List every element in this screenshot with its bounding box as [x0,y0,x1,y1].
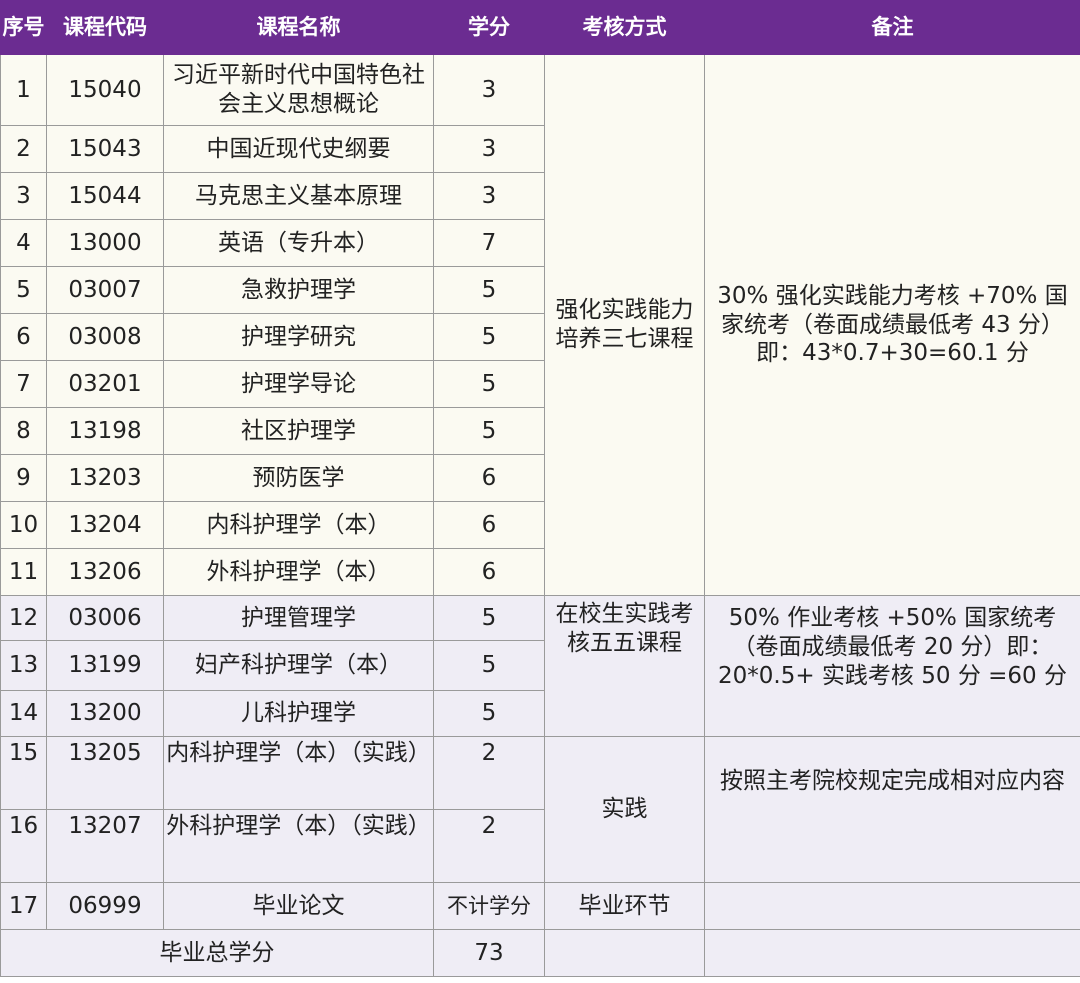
row-code: 03007 [46,266,164,314]
row-name: 儿科护理学 [163,690,434,737]
row-credit: 5 [433,266,545,314]
group-method-2: 在校生实践考核五五课程 [544,595,705,737]
row-credit: 7 [433,219,545,267]
table-row: 12 03006 护理管理学 5 在校生实践考核五五课程 50% 作业考核 +5… [0,595,1080,737]
row-no: 16 [0,809,47,883]
row-code: 13198 [46,407,164,455]
row-code: 13205 [46,736,164,810]
row-credit: 6 [433,454,545,502]
row-no: 2 [0,125,47,173]
row-no: 4 [0,219,47,267]
row-code: 15044 [46,172,164,220]
group-remark-2: 50% 作业考核 +50% 国家统考（卷面成绩最低考 20 分）即：20*0.5… [704,595,1080,737]
row-name: 外科护理学（本） [163,548,434,596]
row-no: 7 [0,360,47,408]
row-code: 03008 [46,313,164,361]
row-no: 3 [0,172,47,220]
row-name: 毕业论文 [163,882,434,930]
row-no: 10 [0,501,47,549]
row-code: 03201 [46,360,164,408]
row-no: 13 [0,640,47,691]
row-credit: 2 [433,736,545,810]
row-credit: 不计学分 [433,882,545,930]
row-name: 中国近现代史纲要 [163,125,434,173]
row-credit: 6 [433,501,545,549]
row-no: 6 [0,313,47,361]
total-label: 毕业总学分 [0,929,434,977]
row-no: 15 [0,736,47,810]
row-code: 13206 [46,548,164,596]
row-name: 内科护理学（本）（实践） [163,736,434,810]
row-credit: 5 [433,690,545,737]
row-name: 妇产科护理学（本） [163,640,434,691]
row-no: 12 [0,595,47,641]
total-empty-remark [704,929,1080,977]
row-code: 13207 [46,809,164,883]
row-credit: 5 [433,640,545,691]
row-code: 13000 [46,219,164,267]
header-name: 课程名称 [163,0,434,55]
group-method-4: 毕业环节 [544,882,705,930]
row-credit: 6 [433,548,545,596]
curriculum-table: 序号 课程代码 课程名称 学分 考核方式 备注 1 15040 习近平新时代中国… [0,0,1080,977]
row-no: 8 [0,407,47,455]
total-empty-method [544,929,705,977]
row-name: 急救护理学 [163,266,434,314]
header-remark: 备注 [704,0,1080,55]
row-code: 03006 [46,595,164,641]
group-method-3: 实践 [544,736,705,883]
row-code: 06999 [46,882,164,930]
row-name: 护理管理学 [163,595,434,641]
row-no: 11 [0,548,47,596]
table-row: 1 15040 习近平新时代中国特色社会主义思想概论 3 强化实践能力培养三七课… [0,54,1080,596]
row-code: 13200 [46,690,164,737]
group-remark-1: 30% 强化实践能力考核 +70% 国家统考（卷面成绩最低考 43 分）即：43… [704,54,1080,596]
row-no: 9 [0,454,47,502]
row-name: 英语（专升本） [163,219,434,267]
row-credit: 3 [433,54,545,126]
row-name: 护理学研究 [163,313,434,361]
header-credit: 学分 [433,0,545,55]
row-no: 14 [0,690,47,737]
row-no: 1 [0,54,47,126]
header-no: 序号 [0,0,47,55]
row-name: 内科护理学（本） [163,501,434,549]
row-credit: 3 [433,172,545,220]
total-row: 毕业总学分 73 [0,929,1080,977]
header-method: 考核方式 [544,0,705,55]
row-credit: 5 [433,313,545,361]
row-name: 护理学导论 [163,360,434,408]
row-name: 预防医学 [163,454,434,502]
header-code: 课程代码 [46,0,164,55]
row-code: 15040 [46,54,164,126]
row-code: 15043 [46,125,164,173]
row-name: 外科护理学（本）（实践） [163,809,434,883]
group-remark-3: 按照主考院校规定完成相对应内容 [704,736,1080,883]
row-no: 5 [0,266,47,314]
row-code: 13204 [46,501,164,549]
row-code: 13199 [46,640,164,691]
row-name: 习近平新时代中国特色社会主义思想概论 [163,54,434,126]
row-name: 马克思主义基本原理 [163,172,434,220]
row-credit: 5 [433,360,545,408]
row-code: 13203 [46,454,164,502]
header-row: 序号 课程代码 课程名称 学分 考核方式 备注 [0,0,1080,55]
row-credit: 5 [433,595,545,641]
table-row: 17 06999 毕业论文 不计学分 毕业环节 [0,882,1080,930]
row-no: 17 [0,882,47,930]
group-method-1: 强化实践能力培养三七课程 [544,54,705,596]
group-remark-4 [704,882,1080,930]
row-credit: 2 [433,809,545,883]
row-credit: 3 [433,125,545,173]
table-row: 15 13205 内科护理学（本）（实践） 2 实践 按照主考院校规定完成相对应… [0,736,1080,883]
row-name: 社区护理学 [163,407,434,455]
total-value: 73 [433,929,545,977]
row-credit: 5 [433,407,545,455]
